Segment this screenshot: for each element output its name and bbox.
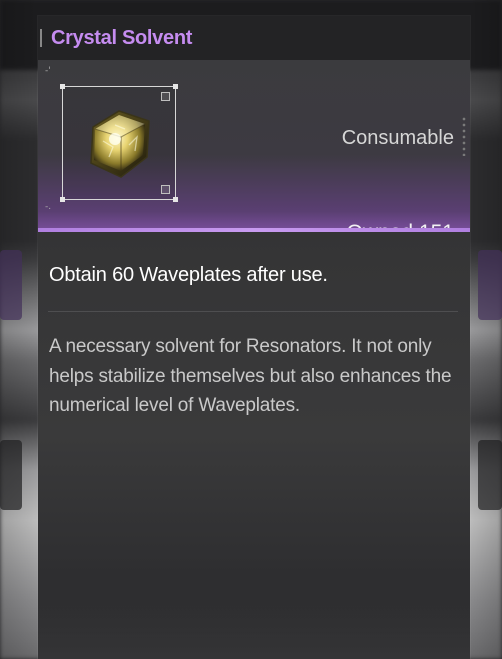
item-type: Consumable (341, 127, 454, 149)
crystal-cube-icon (90, 110, 150, 178)
item-hero-panel: -' -. Consumable (38, 60, 470, 232)
background-right-edge (470, 0, 502, 659)
frame-marker (161, 185, 170, 194)
title-bar: Crystal Solvent (38, 16, 470, 60)
grip-handle-icon (462, 116, 466, 156)
background-item-slot (478, 440, 502, 510)
frame-corner (173, 197, 178, 202)
frame-corner (60, 84, 65, 89)
item-name: Crystal Solvent (51, 27, 193, 49)
divider (48, 311, 458, 312)
bottom-fade (38, 599, 470, 659)
corner-mark: -. (45, 202, 52, 212)
item-detail-card: Crystal Solvent -' -. Consumable Obtain … (38, 16, 470, 659)
item-description: A necessary solvent for Resonators. It n… (49, 336, 452, 416)
corner-mark: -' (45, 66, 51, 76)
frame-corner (60, 197, 65, 202)
rarity-bar (38, 228, 470, 232)
frame-marker (161, 92, 170, 101)
item-icon-frame (60, 84, 178, 202)
item-effect: Obtain 60 Waveplates after use. (49, 264, 328, 286)
background-item-slot (0, 250, 22, 320)
frame-corner (173, 84, 178, 89)
background-left-edge (0, 0, 38, 659)
title-accent (40, 29, 42, 47)
background-item-slot (478, 250, 502, 320)
background-item-slot (0, 440, 22, 510)
